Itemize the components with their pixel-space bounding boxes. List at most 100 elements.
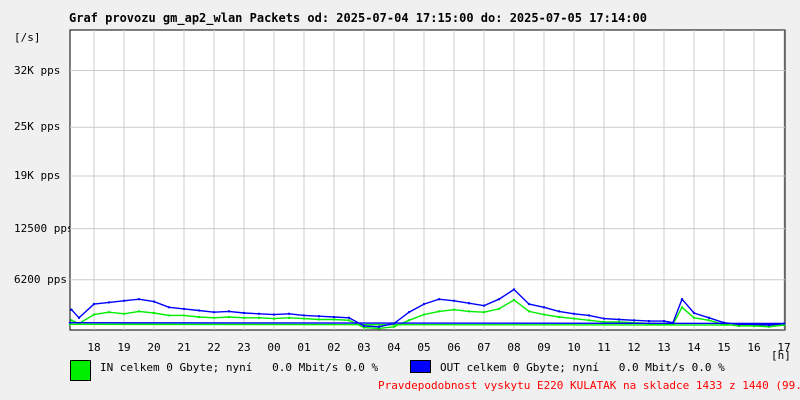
data-point-in <box>122 312 126 315</box>
x-tick-label: 03 <box>357 341 370 354</box>
data-point-in <box>272 317 276 320</box>
data-point-in <box>227 315 231 319</box>
x-tick-label: 06 <box>447 341 460 354</box>
data-point-out <box>587 314 591 317</box>
data-point-out <box>317 315 321 318</box>
data-point-out <box>602 317 606 320</box>
x-tick-label: 08 <box>507 341 520 354</box>
data-point-out <box>377 325 381 328</box>
data-point-in <box>242 316 246 320</box>
x-tick-label: 02 <box>327 341 340 354</box>
data-point-out <box>212 310 216 314</box>
data-point-in <box>107 310 111 314</box>
data-point-out <box>452 299 456 303</box>
data-point-out <box>182 307 186 311</box>
data-point-out <box>362 324 366 328</box>
data-point-out <box>692 311 696 315</box>
x-tick-label: 13 <box>657 341 670 354</box>
data-point-in <box>707 319 711 322</box>
data-point-out <box>92 302 96 306</box>
data-point-in <box>452 308 456 311</box>
legend-out-swatch <box>410 360 431 373</box>
x-tick-label: 04 <box>387 341 401 354</box>
x-tick-label: 21 <box>177 341 190 354</box>
x-tick-label: 16 <box>747 341 760 354</box>
data-point-in <box>70 319 73 322</box>
data-point-out <box>542 306 546 309</box>
data-point-out <box>497 297 501 301</box>
data-point-in <box>152 311 156 315</box>
data-point-out <box>737 323 741 326</box>
data-point-in <box>422 313 426 316</box>
data-point-out <box>527 302 531 306</box>
x-tick-label: 18 <box>87 341 100 354</box>
data-point-out <box>137 297 141 301</box>
data-point-out <box>512 288 516 291</box>
data-point-out <box>227 310 231 313</box>
data-point-out <box>347 316 351 320</box>
data-point-in <box>527 310 531 313</box>
data-point-out <box>647 319 651 323</box>
data-point-in <box>137 310 141 313</box>
data-point-in <box>257 316 261 320</box>
data-point-out <box>167 306 171 309</box>
x-tick-label: 22 <box>207 341 220 354</box>
data-point-out <box>680 297 684 301</box>
data-point-out <box>70 308 73 311</box>
data-point-in <box>437 310 441 313</box>
data-point-in <box>317 318 321 321</box>
data-point-out <box>767 323 771 327</box>
data-point-out <box>242 311 246 315</box>
data-point-in <box>197 315 201 319</box>
data-point-in <box>497 307 501 311</box>
data-point-out <box>122 299 126 303</box>
data-point-out <box>77 316 81 320</box>
footer-probability-text: Pravdepodobnost vyskytu E220 KULATAK na … <box>378 379 800 392</box>
data-point-in <box>587 319 591 322</box>
x-tick-label: 14 <box>687 341 701 354</box>
data-point-in <box>92 313 96 316</box>
data-point-in <box>332 318 336 321</box>
data-point-in <box>467 310 471 313</box>
data-point-out <box>752 323 756 326</box>
data-point-in <box>347 319 351 322</box>
x-tick-label: 05 <box>417 341 430 354</box>
plot-area: 18 19 20 21 22 23 00 01 02 03 04 05 06 07 08 09 10 11 12 13… <box>68 29 791 354</box>
data-point-out <box>572 312 576 315</box>
legend-out-text: OUT celkem 0 Gbyte; nyní 0.0 Mbit/s 0.0 … <box>440 361 725 374</box>
data-point-out <box>467 302 471 305</box>
data-point-out <box>68 321 72 324</box>
data-point-out <box>332 315 336 319</box>
data-point-out <box>482 304 486 307</box>
legend-in-text: IN celkem 0 Gbyte; nyní 0.0 Mbit/s 0.0 % <box>100 361 379 374</box>
x-tick-label: 07 <box>477 341 490 354</box>
data-point-in <box>692 316 696 320</box>
data-point-out <box>197 309 201 312</box>
traffic-graph: Graf provozu gm_ap2_wlan Packets od: 202… <box>0 0 800 400</box>
x-unit-label: [h] <box>771 349 791 362</box>
data-point-in <box>407 319 411 322</box>
x-tick-label: 00 <box>267 341 280 354</box>
data-point-out <box>707 316 711 320</box>
x-tick-label: 09 <box>537 341 550 354</box>
data-point-out <box>287 312 291 315</box>
x-tick-label: 10 <box>567 341 580 354</box>
data-point-out <box>302 314 306 317</box>
data-point-in <box>512 298 516 302</box>
data-point-out <box>407 310 411 314</box>
x-tick-label: 19 <box>117 341 130 354</box>
data-point-in <box>182 314 186 317</box>
data-point-out <box>632 319 636 322</box>
legend-in-swatch <box>70 360 91 381</box>
data-point-in <box>680 306 684 309</box>
data-point-out <box>722 321 726 324</box>
data-point-in <box>572 317 576 320</box>
data-point-out <box>392 322 396 325</box>
x-tick-label: 12 <box>627 341 640 354</box>
x-tick-label: 01 <box>297 341 310 354</box>
data-point-in <box>482 310 486 314</box>
data-point-in <box>557 315 561 319</box>
data-point-in <box>302 317 306 320</box>
data-point-out <box>782 322 786 325</box>
data-point-in <box>392 325 396 328</box>
